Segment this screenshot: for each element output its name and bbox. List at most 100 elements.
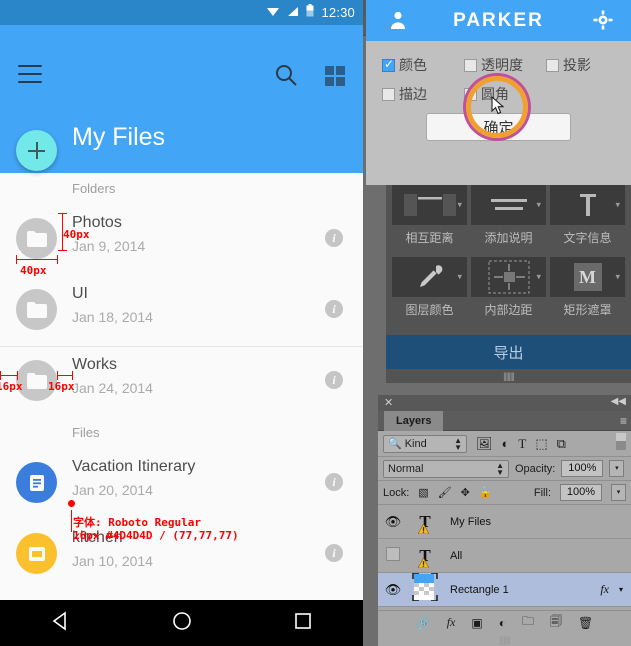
list-item-title: UI <box>72 285 88 302</box>
new-layer-icon[interactable]: 🗐 <box>550 612 562 633</box>
export-button[interactable]: 导出 <box>386 335 631 369</box>
chevron-down-icon[interactable]: ▾ <box>536 200 541 211</box>
hamburger-icon[interactable] <box>18 65 42 83</box>
annotation-gap-right: 16px <box>48 380 75 393</box>
list-item[interactable]: UI Jan 18, 2014 i <box>0 275 363 346</box>
home-circle-icon[interactable] <box>171 610 193 637</box>
resize-grip[interactable]: |||||||| <box>386 371 631 381</box>
page-title: My Files <box>72 123 166 151</box>
resize-grip[interactable]: |||||||| <box>378 635 631 645</box>
layer-row[interactable]: 👁 T My Files <box>378 505 631 539</box>
checkbox-color[interactable]: 颜色 <box>382 55 464 75</box>
layer-row-selected[interactable]: 👁 Rectangle 1 fx ▾ <box>378 572 631 607</box>
checkbox-box <box>464 87 477 101</box>
tool-padding[interactable]: ▾ 内部边距 <box>471 257 546 325</box>
lock-image-icon[interactable]: 🖌 <box>438 486 452 499</box>
gear-icon[interactable] <box>593 10 613 35</box>
info-icon[interactable]: i <box>325 229 343 247</box>
layer-row[interactable]: T All <box>378 539 631 573</box>
back-triangle-icon[interactable] <box>50 610 72 637</box>
eye-icon[interactable]: 👁 <box>378 514 408 530</box>
section-label-folders: Folders <box>72 181 116 196</box>
note-lines-icon[interactable]: ▾ <box>471 185 546 225</box>
chevron-down-icon[interactable]: ▾ <box>615 272 620 283</box>
stepper-icon[interactable]: ▲ ▼ <box>446 436 462 451</box>
tab-layers[interactable]: Layers <box>384 411 444 431</box>
tool-text-info[interactable]: ▾ 文字信息 <box>550 185 625 253</box>
fx-icon[interactable]: fx <box>447 615 456 630</box>
checkbox-radius[interactable]: 圆角 <box>464 84 546 104</box>
info-icon[interactable]: i <box>325 371 343 389</box>
search-icon[interactable] <box>274 63 298 92</box>
recents-square-icon[interactable] <box>293 611 313 636</box>
chevron-down-icon[interactable]: ▾ <box>619 585 623 594</box>
padding-icon[interactable]: ▾ <box>471 257 546 297</box>
info-icon[interactable]: i <box>325 473 343 491</box>
chevron-down-icon[interactable]: ▾ <box>536 272 541 283</box>
close-icon[interactable]: ✕ <box>384 396 393 409</box>
fill-input[interactable]: 100% <box>560 484 602 501</box>
eyedropper-icon[interactable]: ▾ <box>392 257 467 297</box>
filter-toggle-switch[interactable] <box>616 432 626 455</box>
parker-header: PARKER <box>366 0 631 41</box>
link-icon[interactable]: 🔗 <box>416 616 431 630</box>
parker-tools-panel: ▾ 相互距离 ▾ 添加说明 ▾ 文字信息 ▾ 图层颜色 ▾ 内部边距 M ▾ 矩… <box>386 185 631 383</box>
adjustment-icon[interactable]: ◐ <box>499 616 506 630</box>
smart-object-filter-icon[interactable]: ⧉ <box>557 436 566 452</box>
pixel-filter-icon[interactable]: 🖼 <box>476 436 493 452</box>
delete-icon[interactable]: 🗑 <box>578 616 593 630</box>
tool-layer-color[interactable]: ▾ 图层颜色 <box>392 257 467 325</box>
lock-all-icon[interactable]: 🔒 <box>479 486 493 499</box>
opacity-input[interactable]: 100% <box>561 460 604 477</box>
info-icon[interactable]: i <box>325 544 343 562</box>
lock-fill-row: Lock: ▧ 🖌 ✥ 🔒 Fill: 100% ▾ <box>378 481 631 505</box>
measure-cap <box>16 255 17 264</box>
chevron-down-icon[interactable]: ▾ <box>457 272 462 283</box>
list-item[interactable]: Vacation Itinerary Jan 20, 2014 i <box>0 448 363 519</box>
panel-menu-icon[interactable]: ≡ <box>620 414 627 428</box>
mouse-cursor-icon <box>491 95 505 121</box>
lock-transparency-icon[interactable]: ▧ <box>418 486 428 499</box>
tool-spacing[interactable]: ▾ 相互距离 <box>392 185 467 253</box>
tool-note[interactable]: ▾ 添加说明 <box>471 185 546 253</box>
opacity-stepper[interactable]: ▾ <box>609 460 625 477</box>
blend-opacity-row: Normal ▲ ▼ Opacity: 100% ▾ <box>378 457 631 481</box>
collapse-icon[interactable]: ◀◀ <box>611 396 626 407</box>
list-item[interactable]: Photos Jan 9, 2014 i <box>0 204 363 275</box>
filter-kind-select[interactable]: 🔍 Kind ▲ ▼ <box>383 434 467 453</box>
type-filter-icon[interactable]: T <box>518 436 526 452</box>
fill-stepper[interactable]: ▾ <box>611 484 626 501</box>
group-icon[interactable]: 🗀 <box>522 612 534 633</box>
tool-mask[interactable]: M ▾ 矩形遮罩 <box>550 257 625 325</box>
adjustment-filter-icon[interactable]: ◐ <box>502 436 510 451</box>
eye-icon[interactable]: 👁 <box>378 582 408 598</box>
folder-icon <box>16 289 57 330</box>
image-icon <box>16 533 57 574</box>
list-item-title: Works <box>72 356 118 373</box>
layer-name: My Files <box>450 515 491 528</box>
fx-icon[interactable]: fx <box>600 582 609 597</box>
status-bar-icons: 12:30 <box>266 0 355 25</box>
chevron-down-icon[interactable]: ▾ <box>615 200 620 211</box>
mask-m-icon[interactable]: M ▾ <box>550 257 625 297</box>
shape-filter-icon[interactable]: ⬚ <box>535 436 547 452</box>
add-fab-button[interactable] <box>16 130 57 171</box>
checkbox-stroke[interactable]: 描边 <box>382 84 464 104</box>
info-icon[interactable]: i <box>325 300 343 318</box>
lock-position-icon[interactable]: ✥ <box>461 486 470 499</box>
checkbox-opacity[interactable]: 透明度 <box>464 55 546 75</box>
spacing-icon[interactable]: ▾ <box>392 185 467 225</box>
annotation-width: 40px <box>20 264 47 277</box>
chevron-down-icon[interactable]: ▾ <box>457 200 462 211</box>
mask-icon[interactable]: ▣ <box>471 616 482 630</box>
layers-footer-toolbar: 🔗 fx ▣ ◐ 🗀 🗐 🗑 <box>378 610 631 634</box>
stepper-icon[interactable]: ▲ ▼ <box>488 461 504 476</box>
measure-cap <box>72 371 73 380</box>
checkbox-shadow[interactable]: 投影 <box>546 55 591 75</box>
annotation-gap-left: 16px <box>0 380 23 393</box>
text-info-icon[interactable]: ▾ <box>550 185 625 225</box>
grid-view-icon[interactable] <box>325 66 345 86</box>
blend-mode-select[interactable]: Normal ▲ ▼ <box>383 459 509 478</box>
eye-icon-hidden[interactable] <box>378 547 408 564</box>
layer-name: Rectangle 1 <box>450 583 509 596</box>
